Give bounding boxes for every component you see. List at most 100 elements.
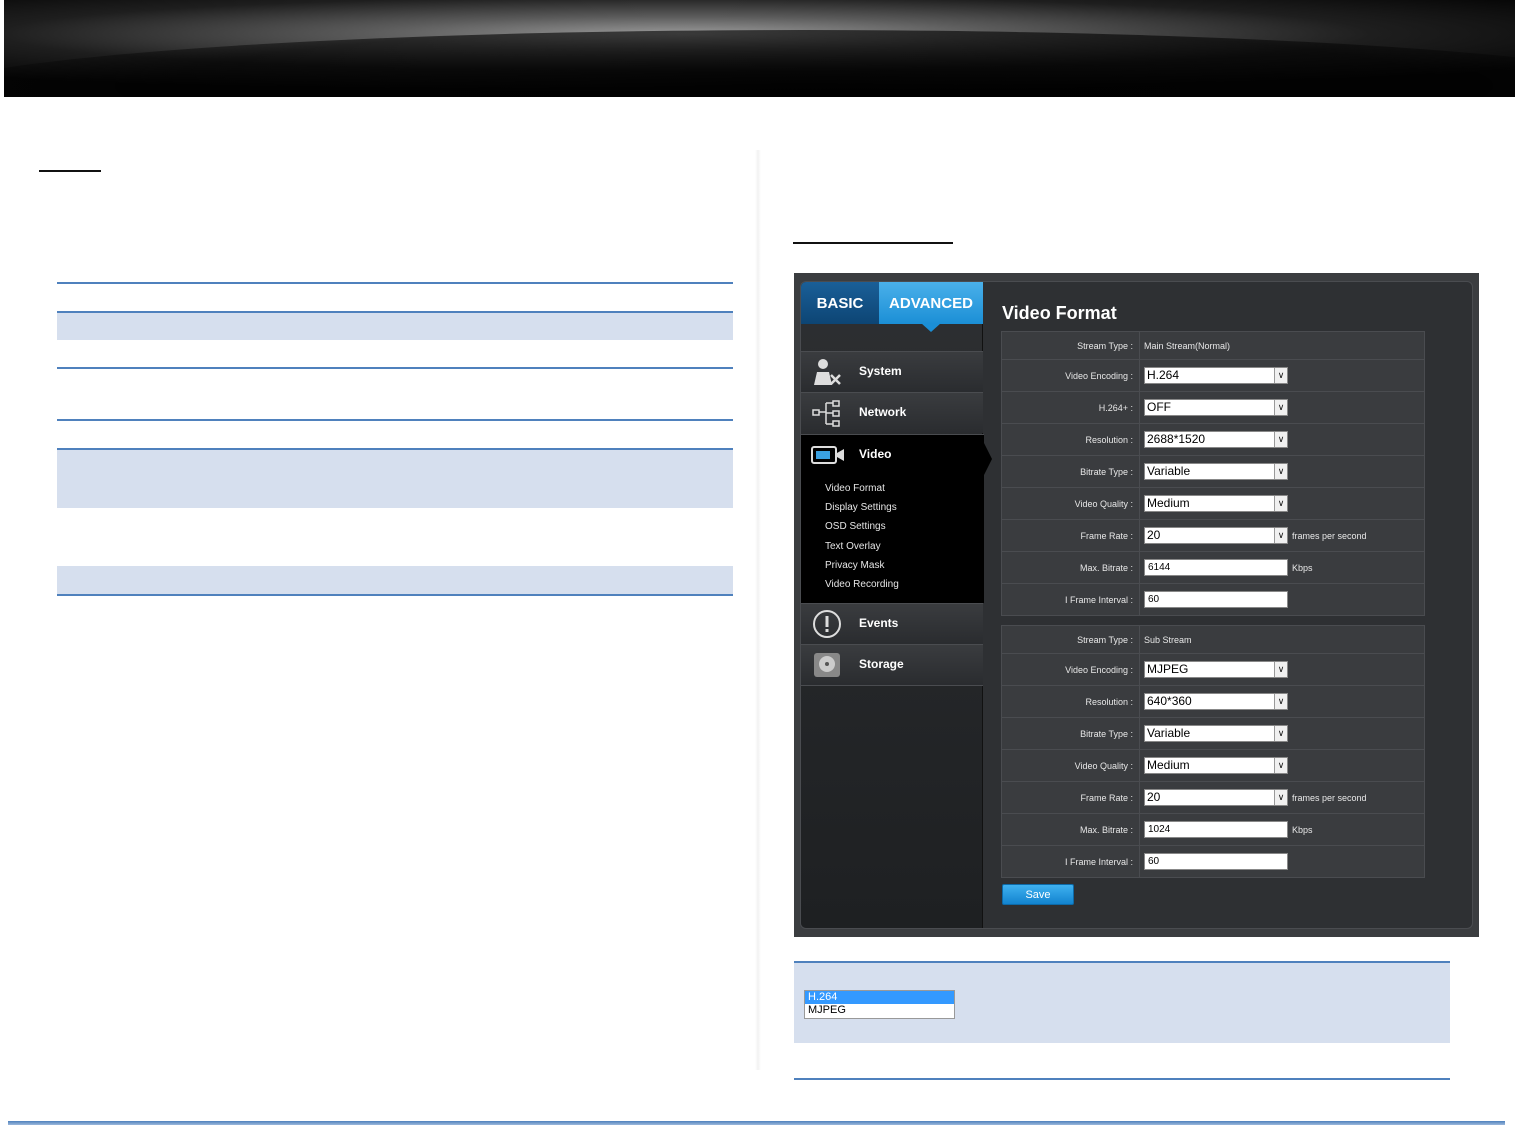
h264plus-select[interactable]: OFF ∨	[1144, 399, 1288, 416]
chevron-down-icon: ∨	[1274, 368, 1287, 383]
sidebar-item-system[interactable]: System	[801, 351, 983, 392]
chevron-down-icon: ∨	[1274, 400, 1287, 415]
video-encoding-select[interactable]: MJPEG ∨	[1144, 661, 1288, 678]
table-band	[57, 450, 733, 508]
form-row: I Frame Interval : 60	[1002, 845, 1424, 877]
table-rule	[57, 419, 733, 421]
video-quality-label: Video Quality :	[1002, 750, 1140, 781]
bitrate-type-select[interactable]: Variable ∨	[1144, 463, 1288, 480]
max-bitrate-unit: Kbps	[1292, 562, 1313, 573]
chevron-down-icon: ∨	[1274, 726, 1287, 741]
subnav-osd-settings[interactable]: OSD Settings	[825, 521, 886, 532]
video-encoding-label: Video Encoding :	[1002, 654, 1140, 685]
max-bitrate-unit: Kbps	[1292, 824, 1313, 835]
tab-pointer	[921, 323, 941, 332]
tab-basic[interactable]: BASIC	[801, 282, 879, 324]
form-row: Max. Bitrate : 6144 Kbps	[1002, 551, 1424, 583]
form-row: I Frame Interval : 60	[1002, 583, 1424, 615]
network-tree-icon	[811, 398, 843, 428]
frame-rate-unit: frames per second	[1292, 792, 1367, 803]
chevron-down-icon: ∨	[1274, 758, 1287, 773]
select-value: OFF	[1147, 400, 1171, 414]
subnav-privacy-mask[interactable]: Privacy Mask	[825, 560, 884, 571]
table-band	[57, 313, 733, 340]
video-encoding-label: Video Encoding :	[1002, 360, 1140, 391]
sidebar-item-storage[interactable]: Storage	[801, 644, 983, 685]
table-rule	[57, 594, 733, 596]
resolution-label: Resolution :	[1002, 424, 1140, 455]
table-band	[57, 566, 733, 594]
subnav-display-settings[interactable]: Display Settings	[825, 502, 897, 513]
frame-rate-select[interactable]: 20 ∨	[1144, 527, 1288, 544]
form-row: H.264+ : OFF ∨	[1002, 391, 1424, 423]
subnav-video-recording[interactable]: Video Recording	[825, 579, 899, 590]
sub-stream-form: Stream Type : Sub Stream Video Encoding …	[1001, 625, 1425, 878]
sidebar-item-network[interactable]: Network	[801, 392, 983, 433]
max-bitrate-input[interactable]: 6144	[1144, 559, 1288, 576]
h264plus-label: H.264+ :	[1002, 392, 1140, 423]
stream-type-label: Stream Type :	[1002, 626, 1140, 653]
subnav-video-format[interactable]: Video Format	[825, 483, 885, 494]
sidebar-item-label: System	[859, 364, 902, 378]
chevron-down-icon: ∨	[1274, 528, 1287, 543]
stream-type-value: Main Stream(Normal)	[1144, 340, 1231, 351]
form-row: Max. Bitrate : 1024 Kbps	[1002, 813, 1424, 845]
resolution-select[interactable]: 640*360 ∨	[1144, 693, 1288, 710]
subnav-text-overlay[interactable]: Text Overlay	[825, 541, 881, 552]
encoding-option-list[interactable]: H.264 MJPEG	[804, 990, 955, 1019]
table-rule	[57, 311, 733, 313]
alert-circle-icon	[811, 609, 843, 639]
note-band: H.264 MJPEG	[794, 961, 1450, 1043]
resolution-label: Resolution :	[1002, 686, 1140, 717]
max-bitrate-input[interactable]: 1024	[1144, 821, 1288, 838]
frame-rate-select[interactable]: 20 ∨	[1144, 789, 1288, 806]
form-row: Resolution : 2688*1520 ∨	[1002, 423, 1424, 455]
note-rule	[794, 1078, 1450, 1080]
max-bitrate-label: Max. Bitrate :	[1002, 814, 1140, 845]
video-encoding-select[interactable]: H.264 ∨	[1144, 367, 1288, 384]
save-button[interactable]: Save	[1002, 884, 1074, 905]
chevron-down-icon: ∨	[1274, 464, 1287, 479]
resolution-select[interactable]: 2688*1520 ∨	[1144, 431, 1288, 448]
sidebar-item-events[interactable]: Events	[801, 603, 983, 644]
form-row: Video Encoding : MJPEG ∨	[1002, 653, 1424, 685]
select-value: 20	[1147, 528, 1161, 542]
sidebar-divider	[801, 685, 983, 686]
select-value: Medium	[1147, 758, 1190, 772]
sidebar-item-label: Storage	[859, 657, 904, 671]
iframe-interval-label: I Frame Interval :	[1002, 584, 1140, 615]
video-camera-icon	[811, 443, 845, 467]
camera-ui-frame: BASIC ADVANCED System Network Video Vide…	[800, 281, 1473, 929]
sidebar: BASIC ADVANCED System Network Video Vide…	[801, 282, 992, 928]
main-stream-form: Stream Type : Main Stream(Normal) Video …	[1001, 331, 1425, 616]
bitrate-type-select[interactable]: Variable ∨	[1144, 725, 1288, 742]
bitrate-type-label: Bitrate Type :	[1002, 456, 1140, 487]
column-divider	[755, 150, 761, 1070]
sidebar-item-label: Events	[859, 616, 899, 630]
chevron-down-icon: ∨	[1274, 662, 1287, 677]
frame-rate-label: Frame Rate :	[1002, 782, 1140, 813]
stream-type-value: Sub Stream	[1144, 634, 1192, 645]
select-value: 2688*1520	[1147, 432, 1206, 446]
iframe-interval-input[interactable]: 60	[1144, 591, 1288, 608]
iframe-interval-input[interactable]: 60	[1144, 853, 1288, 870]
right-heading-underline	[793, 242, 953, 244]
encoding-option-h264[interactable]: H.264	[805, 991, 954, 1004]
video-quality-label: Video Quality :	[1002, 488, 1140, 519]
frame-rate-unit: frames per second	[1292, 530, 1367, 541]
tab-advanced[interactable]: ADVANCED	[879, 282, 983, 332]
video-quality-select[interactable]: Medium ∨	[1144, 757, 1288, 774]
form-row: Video Quality : Medium ∨	[1002, 487, 1424, 519]
select-value: Medium	[1147, 496, 1190, 510]
form-row: Bitrate Type : Variable ∨	[1002, 717, 1424, 749]
video-quality-select[interactable]: Medium ∨	[1144, 495, 1288, 512]
footer-rule	[8, 1121, 1505, 1125]
sidebar-item-label: Video	[859, 447, 892, 461]
sidebar-item-label: Network	[859, 405, 907, 419]
bitrate-type-label: Bitrate Type :	[1002, 718, 1140, 749]
encoding-option-mjpeg[interactable]: MJPEG	[805, 1004, 954, 1017]
sidebar-item-video[interactable]: Video Video Format Display Settings OSD …	[801, 434, 992, 603]
form-row: Frame Rate : 20 ∨ frames per second	[1002, 781, 1424, 813]
stream-type-label: Stream Type :	[1002, 332, 1140, 359]
table-rule	[57, 367, 733, 369]
